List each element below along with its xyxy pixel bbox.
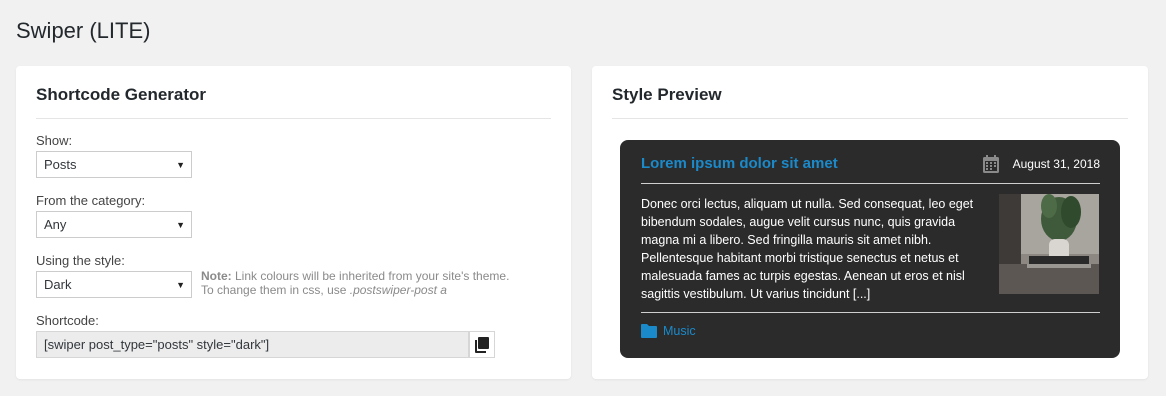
calendar-icon xyxy=(983,155,999,173)
note-prefix: Note: xyxy=(201,269,232,283)
shortcode-label: Shortcode: xyxy=(36,313,99,328)
excerpt-line: malesuada fames ac turpis egestas. Aenea… xyxy=(641,269,965,283)
copy-icon xyxy=(475,337,489,353)
note-selector: .postswiper-post a xyxy=(349,283,447,297)
style-note: Note: Link colours will be inherited fro… xyxy=(201,269,509,297)
style-label: Using the style: xyxy=(36,253,125,268)
show-label: Show: xyxy=(36,133,73,148)
post-preview-card: Lorem ipsum dolor sit amet August 31, 20… xyxy=(620,140,1120,358)
category-name: Music xyxy=(663,324,696,338)
shortcode-generator-panel: Shortcode Generator Show: Posts ▼ From t… xyxy=(16,66,571,379)
folder-icon xyxy=(641,324,657,338)
copy-button[interactable] xyxy=(469,331,495,358)
divider xyxy=(641,183,1100,184)
style-select[interactable]: Dark ▼ xyxy=(36,271,192,298)
category-select-value: Any xyxy=(44,217,67,232)
category-select[interactable]: Any ▼ xyxy=(36,211,192,238)
divider xyxy=(641,312,1100,313)
chevron-down-icon: ▼ xyxy=(176,220,185,230)
excerpt-line: sagittis vestibulum. Ut varius tincidunt… xyxy=(641,287,871,301)
divider xyxy=(612,118,1128,119)
note-line2: To change them in css, use xyxy=(201,283,350,297)
post-thumbnail[interactable] xyxy=(999,194,1099,294)
category-label: From the category: xyxy=(36,193,146,208)
excerpt-line: magna mi a libero. Sed fringilla mauris … xyxy=(641,233,932,247)
show-select[interactable]: Posts ▼ xyxy=(36,151,192,178)
chevron-down-icon: ▼ xyxy=(176,160,185,170)
panel-title: Shortcode Generator xyxy=(36,85,207,104)
note-line1: Link colours will be inherited from your… xyxy=(231,269,510,283)
style-preview-panel: Style Preview Lorem ipsum dolor sit amet… xyxy=(592,66,1148,379)
post-date: August 31, 2018 xyxy=(1012,157,1100,171)
panel-title: Style Preview xyxy=(612,85,722,104)
excerpt-line: Pellentesque habitant morbi tristique se… xyxy=(641,251,959,265)
excerpt-line: bibendum sodales, augue velit cursus nun… xyxy=(641,215,956,229)
post-title-link[interactable]: Lorem ipsum dolor sit amet xyxy=(641,155,838,172)
shortcode-field[interactable]: [swiper post_type="posts" style="dark"] xyxy=(36,331,469,358)
divider xyxy=(36,118,551,119)
chevron-down-icon: ▼ xyxy=(176,280,185,290)
page-title: Swiper (LITE) xyxy=(16,18,151,43)
show-select-value: Posts xyxy=(44,157,77,172)
style-select-value: Dark xyxy=(44,277,72,292)
post-category-link[interactable]: Music xyxy=(641,324,696,338)
post-excerpt: Donec orci lectus, aliquam ut nulla. Sed… xyxy=(641,195,991,303)
excerpt-line: Donec orci lectus, aliquam ut nulla. Sed… xyxy=(641,197,974,211)
thumbnail-image xyxy=(999,194,1099,294)
